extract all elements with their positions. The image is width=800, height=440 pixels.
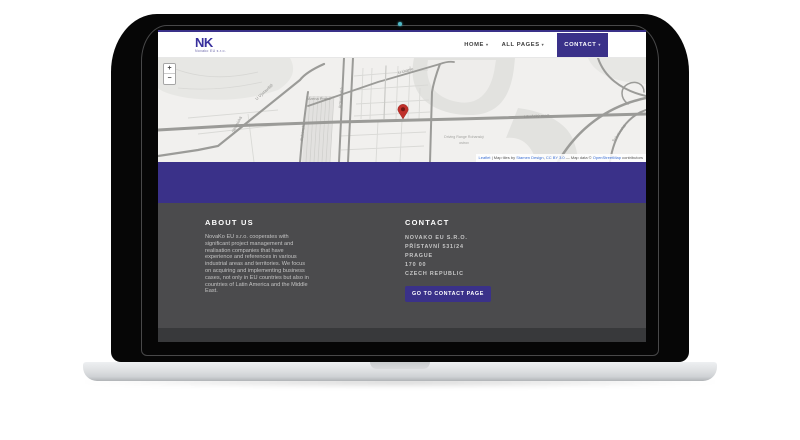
attribution-text: | Map tiles by — [491, 155, 517, 160]
contact-company: NOVAKO EU S.R.O. — [405, 234, 555, 243]
contact-country: CZECH REPUBLIC — [405, 270, 555, 279]
attribution-text: contributors — [621, 155, 643, 160]
site-header: NK Novako EU s.r.o. HOME ▾ ALL PAGES ▾ — [158, 32, 646, 58]
contact-zip: 170 00 — [405, 261, 555, 270]
contact-city: PRAGUE — [405, 252, 555, 261]
about-text: NovaKo EU s.r.o. cooperates with signifi… — [205, 234, 309, 295]
laptop-base — [83, 362, 717, 381]
laptop-base-notch — [370, 362, 430, 369]
about-heading: ABOUT US — [205, 218, 309, 227]
logo[interactable]: NK Novako EU s.r.o. — [195, 36, 226, 54]
map-tiles: Argentinská Bubenská U Výstaviště Strojn… — [158, 58, 646, 162]
nav-item-home[interactable]: HOME ▾ — [464, 42, 488, 48]
zoom-in-button[interactable]: + — [164, 64, 175, 74]
zoom-out-button[interactable]: − — [164, 74, 175, 84]
contact-street: PŘÍSTAVNÍ 531/24 — [405, 243, 555, 252]
nav-home-label: HOME — [464, 42, 484, 48]
webcam-dot — [398, 22, 402, 26]
logo-subtext: Novako EU s.r.o. — [195, 50, 226, 54]
map-zoom-control: + − — [163, 63, 176, 85]
site-footer: ABOUT US NovaKo EU s.r.o. cooperates wit… — [158, 203, 646, 328]
map-label-arena-praha: Arena Praha — [308, 96, 331, 101]
map-label-driving-range-line2: ostrov — [459, 141, 469, 145]
nav-contact-label: CONTACT — [564, 42, 596, 48]
map-label-driving-range-line1: Driving Range Rohanský — [444, 135, 484, 139]
page: NK Novako EU s.r.o. HOME ▾ ALL PAGES ▾ — [0, 0, 800, 440]
stamen-link[interactable]: Stamen Design — [516, 155, 543, 160]
laptop-lid: NK Novako EU s.r.o. HOME ▾ ALL PAGES ▾ — [111, 14, 689, 362]
laptop-screen: NK Novako EU s.r.o. HOME ▾ ALL PAGES ▾ — [158, 30, 646, 342]
accent-band — [158, 162, 646, 203]
footer-about-column: ABOUT US NovaKo EU s.r.o. cooperates wit… — [205, 218, 309, 295]
nav-all-pages-label: ALL PAGES — [502, 42, 540, 48]
map-attribution: Leaflet | Map tiles by Stamen Design, CC… — [476, 154, 647, 162]
sub-footer-bar — [158, 328, 646, 342]
website: NK Novako EU s.r.o. HOME ▾ ALL PAGES ▾ — [158, 30, 646, 342]
map[interactable]: Argentinská Bubenská U Výstaviště Strojn… — [158, 58, 646, 162]
osm-link[interactable]: OpenStreetMap — [593, 155, 621, 160]
nav-item-contact-active[interactable]: CONTACT ▾ — [557, 33, 608, 57]
chevron-down-icon: ▾ — [598, 42, 601, 47]
contact-heading: CONTACT — [405, 218, 555, 227]
leaflet-link[interactable]: Leaflet — [479, 155, 491, 160]
logo-mark: NK — [195, 36, 226, 49]
attribution-text: — Map data © — [565, 155, 593, 160]
chevron-down-icon: ▾ — [486, 42, 489, 47]
cc-license-link[interactable]: CC BY 3.0 — [546, 155, 565, 160]
chevron-down-icon: ▾ — [542, 42, 545, 47]
footer-contact-column: CONTACT NOVAKO EU S.R.O. PŘÍSTAVNÍ 531/2… — [405, 218, 555, 302]
nav-item-all-pages[interactable]: ALL PAGES ▾ — [502, 42, 545, 48]
main-nav: HOME ▾ ALL PAGES ▾ CONTACT ▾ — [464, 32, 608, 57]
go-to-contact-page-button[interactable]: GO TO CONTACT PAGE — [405, 286, 491, 302]
